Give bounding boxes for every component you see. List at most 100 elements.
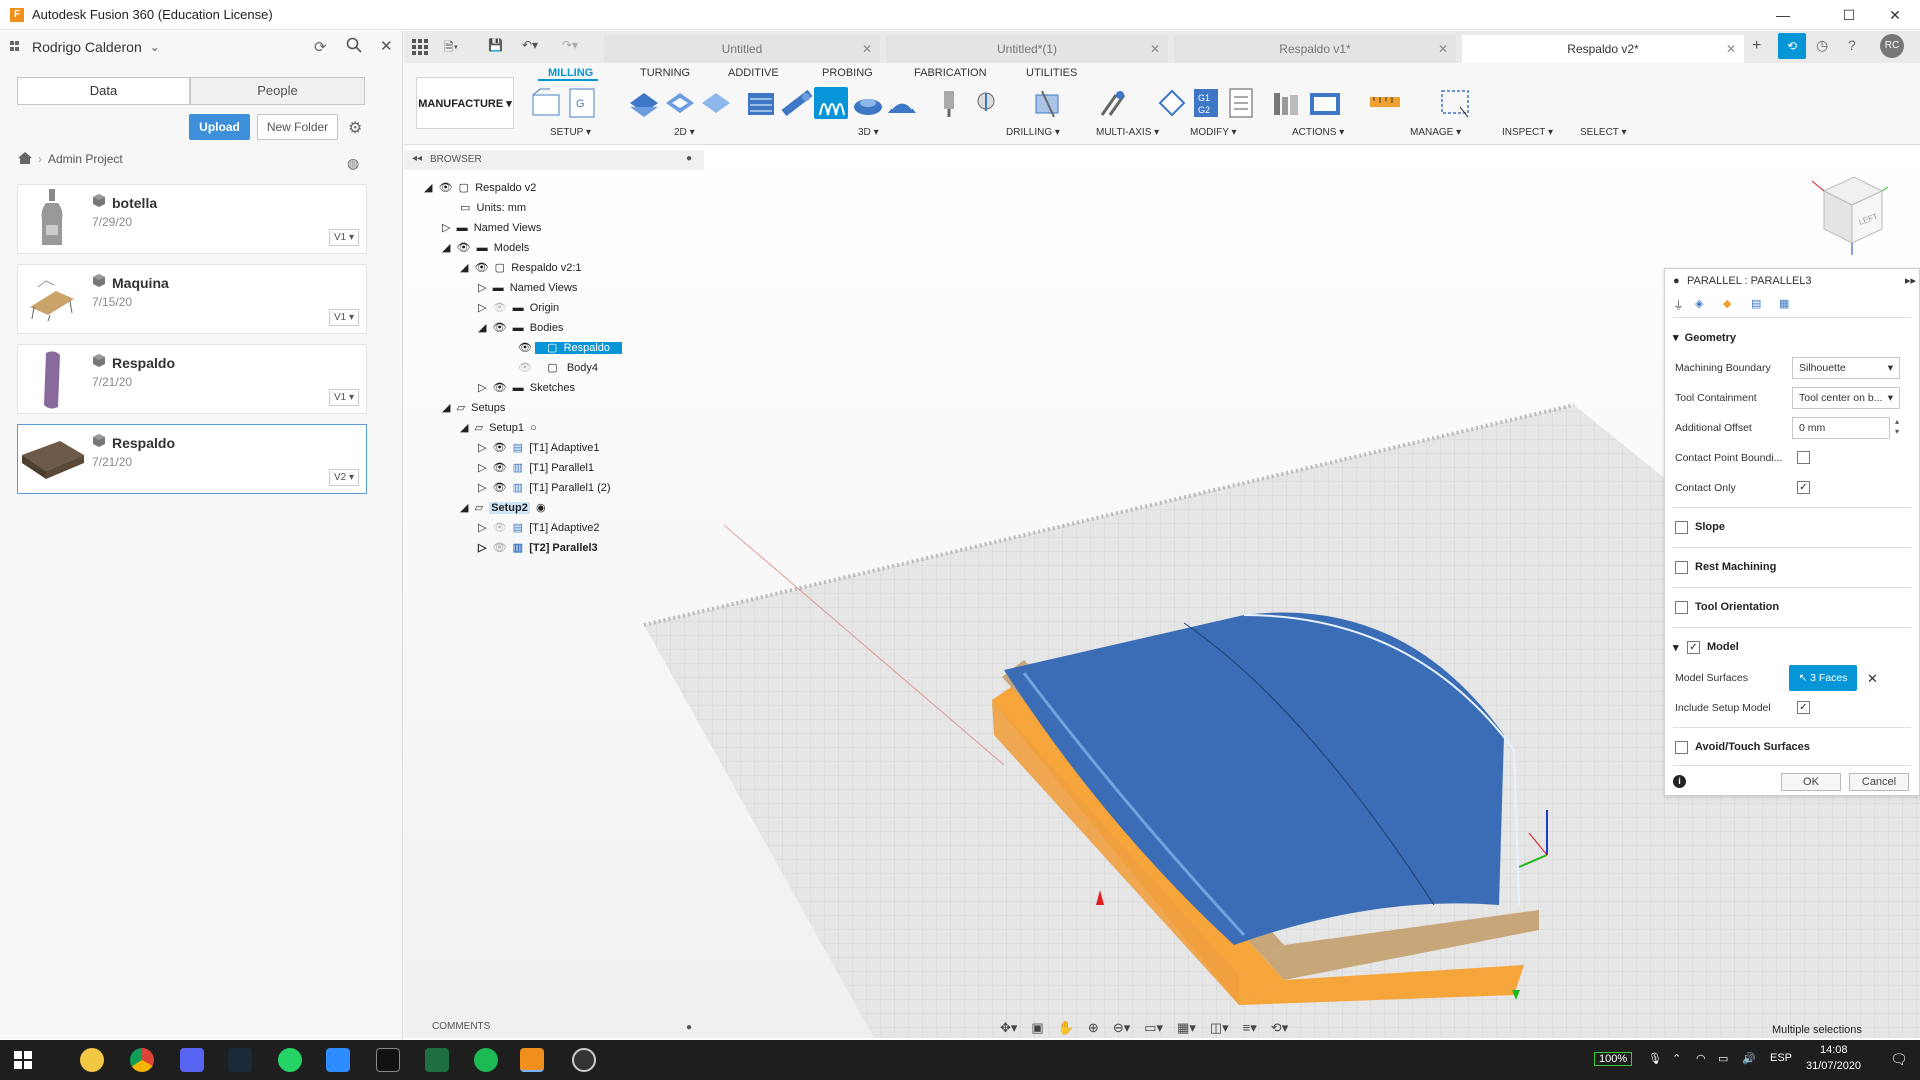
cancel-button[interactable]: Cancel xyxy=(1849,773,1909,791)
contact-point-boundary-checkbox[interactable] xyxy=(1797,451,1810,464)
tab-data[interactable]: Data xyxy=(17,77,190,105)
discord-icon[interactable] xyxy=(180,1048,204,1072)
battery-percent[interactable]: 100% xyxy=(1594,1052,1633,1066)
measure-icon[interactable] xyxy=(1368,87,1402,119)
eye-icon[interactable]: 👁 xyxy=(493,442,507,454)
model-section-header[interactable]: Model xyxy=(1707,641,1739,653)
eye-hidden-icon[interactable]: 👁 xyxy=(493,302,507,314)
template-library-icon[interactable] xyxy=(1308,87,1342,119)
rest-machining-checkbox[interactable] xyxy=(1675,561,1688,574)
ok-button[interactable]: OK xyxy=(1781,773,1841,791)
new-folder-button[interactable]: New Folder xyxy=(257,114,338,140)
battery-icon[interactable]: ▭ xyxy=(1718,1052,1728,1065)
doc-tab-respaldo-v1[interactable]: Respaldo v1* ✕ xyxy=(1174,35,1456,63)
tab-turning[interactable]: TURNING xyxy=(640,67,690,79)
group-setup[interactable]: SETUP ▾ xyxy=(550,127,591,138)
maximize-button[interactable]: ☐ xyxy=(1826,0,1872,30)
group-modify[interactable]: MODIFY ▾ xyxy=(1190,127,1237,138)
version-dropdown[interactable]: V1 ▾ xyxy=(329,309,359,326)
nc-program-icon[interactable]: G xyxy=(566,87,600,119)
group-actions[interactable]: ACTIONS ▾ xyxy=(1292,127,1344,138)
steam-icon[interactable] xyxy=(228,1048,252,1072)
eye-icon[interactable]: 👁 xyxy=(457,242,471,254)
clear-selection-icon[interactable]: ✕ xyxy=(1867,671,1878,687)
tree-item-setups[interactable]: ◢ ▱ Setups xyxy=(442,398,505,418)
dialog-collapse-icon[interactable]: ● xyxy=(1673,275,1680,287)
geometry-tab-icon[interactable]: ◈ xyxy=(1695,297,1703,310)
clock-time[interactable]: 14:08 xyxy=(1820,1044,1848,1056)
app-grid-icon[interactable] xyxy=(412,39,428,58)
input-language[interactable]: ESP xyxy=(1770,1052,1792,1064)
save-icon[interactable]: 💾 xyxy=(488,38,503,52)
close-window-button[interactable]: ✕ xyxy=(1872,0,1918,30)
group-drilling[interactable]: DRILLING ▾ xyxy=(1006,127,1060,138)
help-icon[interactable]: ? xyxy=(1848,37,1856,53)
tree-item-adaptive1[interactable]: ▷ 👁 ▤ [T1] Adaptive1 xyxy=(478,438,600,458)
tray-chevron-icon[interactable]: ⌃ xyxy=(1672,1052,1681,1065)
tab-additive[interactable]: ADDITIVE xyxy=(728,67,779,79)
selected-body[interactable]: ▢ Respaldo xyxy=(535,342,623,354)
spotify-icon[interactable] xyxy=(474,1048,498,1072)
modify-icon[interactable] xyxy=(1096,87,1130,119)
version-dropdown[interactable]: V2 ▾ xyxy=(329,469,359,486)
file-card[interactable]: Respaldo 7/21/20 V2 ▾ xyxy=(17,424,367,494)
view-cube[interactable]: LEFT xyxy=(1810,173,1890,257)
grid-settings-icon[interactable]: ▦▾ xyxy=(1177,1020,1196,1038)
eye-icon[interactable]: 👁 xyxy=(493,382,507,394)
tree-item-models[interactable]: ◢ 👁 ▬ Models xyxy=(442,238,529,258)
upload-button[interactable]: Upload xyxy=(189,114,250,140)
display-settings-icon[interactable]: ▭▾ xyxy=(1144,1020,1163,1038)
select-box-icon[interactable] xyxy=(1438,87,1472,119)
model-section-toggle[interactable]: ▾ xyxy=(1673,641,1679,654)
avoid-touch-section-header[interactable]: Avoid/Touch Surfaces xyxy=(1695,741,1810,753)
home-icon[interactable] xyxy=(18,151,32,167)
file-menu-icon[interactable]: 🗎▾ xyxy=(444,38,458,59)
tree-item-adaptive2[interactable]: ▷ 👁 ▤ [T1] Adaptive2 xyxy=(478,518,600,538)
tool-orientation-section-header[interactable]: Tool Orientation xyxy=(1695,601,1779,613)
slope-section-header[interactable]: Slope xyxy=(1695,521,1725,533)
group-2d[interactable]: 2D ▾ xyxy=(674,127,695,138)
passes-tab-icon[interactable]: ▤ xyxy=(1751,297,1761,310)
microphone-icon[interactable]: 🎙 xyxy=(1648,1052,1662,1065)
close-tab-icon[interactable]: ✕ xyxy=(1150,35,1160,63)
comments-pin-icon[interactable]: ● xyxy=(686,1022,692,1033)
tool-orientation-checkbox[interactable] xyxy=(1675,601,1688,614)
fit-icon[interactable]: ⊖▾ xyxy=(1113,1020,1130,1038)
multi-axis-icon[interactable] xyxy=(1030,87,1064,119)
look-at-icon[interactable]: ▣ xyxy=(1031,1020,1043,1038)
version-dropdown[interactable]: V1 ▾ xyxy=(329,229,359,246)
pin-icon[interactable]: ● xyxy=(686,153,692,164)
job-status-icon[interactable]: ⟲ xyxy=(1778,33,1806,59)
file-card[interactable]: Respaldo 7/21/20 V1 ▾ xyxy=(17,344,367,414)
group-multi-axis[interactable]: MULTI-AXIS ▾ xyxy=(1096,127,1159,138)
2d-face-icon[interactable] xyxy=(698,87,732,119)
group-3d[interactable]: 3D ▾ xyxy=(858,127,879,138)
geometry-section-header[interactable]: ▾ Geometry xyxy=(1673,331,1736,344)
expand-dialog-icon[interactable]: ▸▸ xyxy=(1905,274,1916,287)
3d-parallel-icon[interactable] xyxy=(814,87,848,119)
redo-icon[interactable]: ↷▾ xyxy=(562,38,578,52)
version-dropdown[interactable]: V1 ▾ xyxy=(329,389,359,406)
eye-icon[interactable]: 👁 xyxy=(439,182,453,194)
tree-item-body4[interactable]: 👁 ▢ Body4 xyxy=(518,358,598,378)
fusion-taskbar-icon[interactable] xyxy=(520,1048,544,1072)
tab-probing[interactable]: PROBING xyxy=(822,67,873,79)
tab-fabrication[interactable]: FABRICATION xyxy=(914,67,987,79)
comments-bar[interactable]: COMMENTS xyxy=(404,1016,704,1038)
tree-item-component[interactable]: ◢ 👁 ▢ Respaldo v2:1 xyxy=(460,258,582,278)
3d-adaptive-icon[interactable] xyxy=(744,87,778,119)
tree-item-sketches[interactable]: ▷ 👁 ▬ Sketches xyxy=(478,378,575,398)
clock-date[interactable]: 31/07/2020 xyxy=(1806,1060,1861,1072)
zoom-icon[interactable]: ⊕ xyxy=(1088,1020,1099,1038)
eye-hidden-icon[interactable]: 👁 xyxy=(493,522,507,534)
refresh-icon[interactable]: ⟳ xyxy=(314,38,327,56)
rotate-icon[interactable]: ⟲▾ xyxy=(1271,1020,1288,1038)
doc-tab-untitled[interactable]: Untitled ✕ xyxy=(604,35,880,63)
additional-offset-input[interactable]: 0 mm xyxy=(1792,417,1890,439)
user-name[interactable]: Rodrigo Calderon xyxy=(32,39,142,55)
tree-item-units[interactable]: ▭ Units: mm xyxy=(460,198,526,218)
close-tab-icon[interactable]: ✕ xyxy=(862,35,872,63)
windows-start-icon[interactable] xyxy=(14,1051,32,1072)
tool-containment-dropdown[interactable]: Tool center on b... ▾ xyxy=(1792,387,1900,409)
terminal-icon[interactable] xyxy=(376,1048,400,1072)
